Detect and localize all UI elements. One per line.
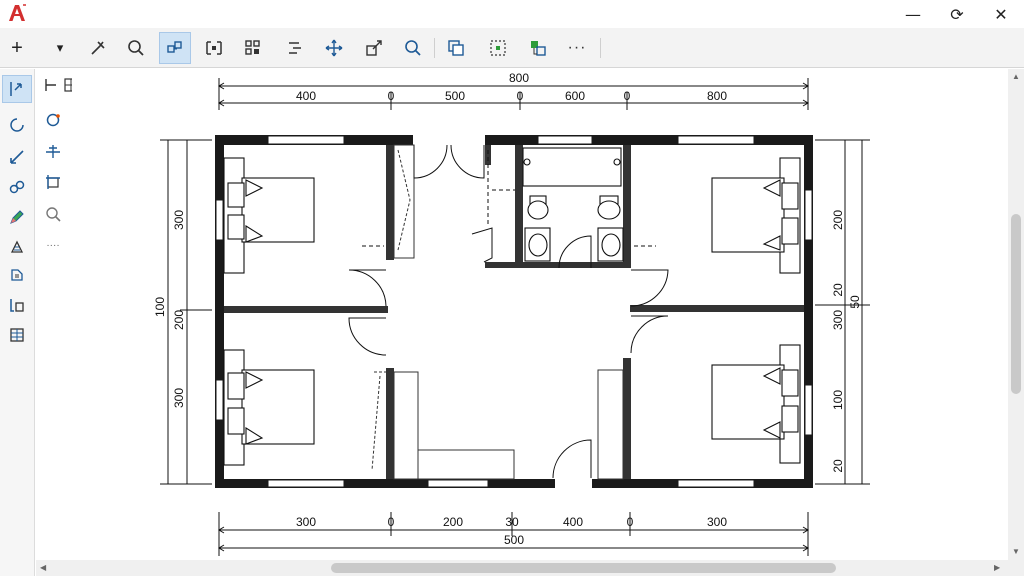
sub-tool-palette: ‹ ···· (36, 69, 97, 259)
left-dimension-lines (160, 139, 212, 485)
title-bar: — ⟳ ✕ (0, 0, 1024, 28)
array-tool-icon[interactable] (237, 32, 269, 64)
circle-tool-icon[interactable] (2, 111, 32, 139)
bottom-dimension-segment: 0 (627, 515, 634, 529)
closets (371, 144, 624, 480)
right-dimension-segment: 300 (831, 310, 845, 330)
trim-tool-icon[interactable] (82, 32, 114, 64)
bottom-dimension-segment: 400 (563, 515, 583, 529)
bottom-dimension-segment: 300 (707, 515, 727, 529)
edit-tool-icon[interactable] (2, 261, 32, 289)
bottom-dimension-segment: 0 (388, 515, 395, 529)
scroll-right-icon[interactable]: ▶ (994, 563, 1000, 572)
zoom-window-icon[interactable] (397, 32, 429, 64)
vertical-scrollbar[interactable]: ▲ ▼ (1008, 69, 1024, 560)
restore-button[interactable]: ⟳ (942, 3, 972, 25)
scroll-left-icon[interactable]: ◀ (40, 563, 46, 572)
group-tool-icon[interactable] (198, 32, 230, 64)
line-tool-icon[interactable] (2, 75, 32, 103)
top-dimension-segment: 0 (517, 89, 524, 103)
arc-tool-icon[interactable] (2, 173, 32, 201)
left-overall-dimension: 100 (153, 297, 167, 317)
right-dimension-segment: 200 (831, 210, 845, 230)
scroll-down-icon[interactable]: ▼ (1012, 547, 1020, 556)
app-logo-icon[interactable] (6, 2, 28, 24)
right-dimension-segment: 20 (831, 283, 845, 297)
cad-application-window: — ⟳ ✕ + ▾ ··· ···· 800 400 0 500 0 600 0… (0, 0, 1024, 576)
offset-tool-icon[interactable] (40, 138, 66, 164)
bathroom-fixtures (522, 147, 624, 262)
hatch-tool-icon[interactable] (2, 233, 32, 261)
pencil-tool-icon[interactable] (2, 203, 32, 231)
bed-bottom-left (223, 349, 315, 466)
select-tool-icon[interactable] (482, 32, 514, 64)
top-dimension-segment: 500 (445, 89, 465, 103)
right-dimension-segment: 100 (831, 390, 845, 410)
bed-top-right (711, 157, 801, 274)
drawing-canvas[interactable]: 800 400 0 500 0 600 0 800 300 0 200 30 4… (72, 69, 1008, 560)
horizontal-scroll-thumb[interactable] (331, 563, 836, 573)
right-dimension-segment: 20 (831, 459, 845, 473)
toolbar-separator (434, 38, 435, 58)
move-tool-icon[interactable] (318, 32, 350, 64)
bottom-dimension-segment: 300 (296, 515, 316, 529)
align-tool-icon[interactable] (279, 32, 311, 64)
bottom-dimension-segment: 30 (505, 515, 519, 529)
zoom-extents-icon[interactable] (40, 201, 66, 227)
scroll-up-icon[interactable]: ▲ (1012, 72, 1020, 81)
table-tool-icon[interactable] (2, 321, 32, 349)
toolbar-separator (600, 38, 601, 58)
top-dimension-segment: 0 (624, 89, 631, 103)
left-dimension-segment: 300 (172, 210, 186, 230)
zoom-icon[interactable] (120, 32, 152, 64)
bed-top-left (223, 157, 315, 274)
bottom-overall-dimension: 500 (504, 533, 524, 547)
close-button[interactable]: ✕ (986, 3, 1016, 25)
main-toolbar: + ▾ ··· (0, 28, 1024, 68)
layer-tool-icon[interactable] (522, 32, 554, 64)
top-dimension-segment: 600 (565, 89, 585, 103)
rectangle-tool-icon[interactable] (2, 291, 32, 319)
right-overall-dimension: 50 (848, 295, 862, 309)
stretch-tool-icon[interactable] (40, 169, 66, 195)
polyline-tool-icon[interactable] (2, 143, 32, 171)
add-dropdown-button[interactable]: ▾ (46, 32, 74, 64)
more-subtools-icon[interactable]: ···· (40, 232, 66, 258)
add-button[interactable]: + (2, 32, 32, 64)
left-dimension-segment: 300 (172, 388, 186, 408)
door-swings (348, 144, 669, 479)
vertical-scroll-thumb[interactable] (1011, 214, 1021, 394)
tool-palette (0, 69, 35, 576)
floor-plan-drawing: 800 400 0 500 0 600 0 800 300 0 200 30 4… (153, 71, 870, 556)
scale-tool-icon[interactable] (358, 32, 390, 64)
left-dimension-segment: 200 (172, 310, 186, 330)
copy-tool-icon[interactable] (440, 32, 472, 64)
more-tools-button[interactable]: ··· (561, 32, 593, 64)
minimize-button[interactable]: — (898, 3, 928, 25)
top-dimension-segment: 400 (296, 89, 316, 103)
top-dimension-segment: 0 (388, 89, 395, 103)
top-dimension-segment: 800 (707, 89, 727, 103)
bottom-dimension-segment: 200 (443, 515, 463, 529)
bed-bottom-right (711, 344, 801, 464)
rotate-tool-icon[interactable] (40, 107, 66, 133)
horizontal-scrollbar[interactable]: ◀ ▶ (36, 560, 1024, 576)
top-overall-dimension: 800 (509, 71, 529, 85)
block-tool-icon[interactable] (159, 32, 191, 64)
